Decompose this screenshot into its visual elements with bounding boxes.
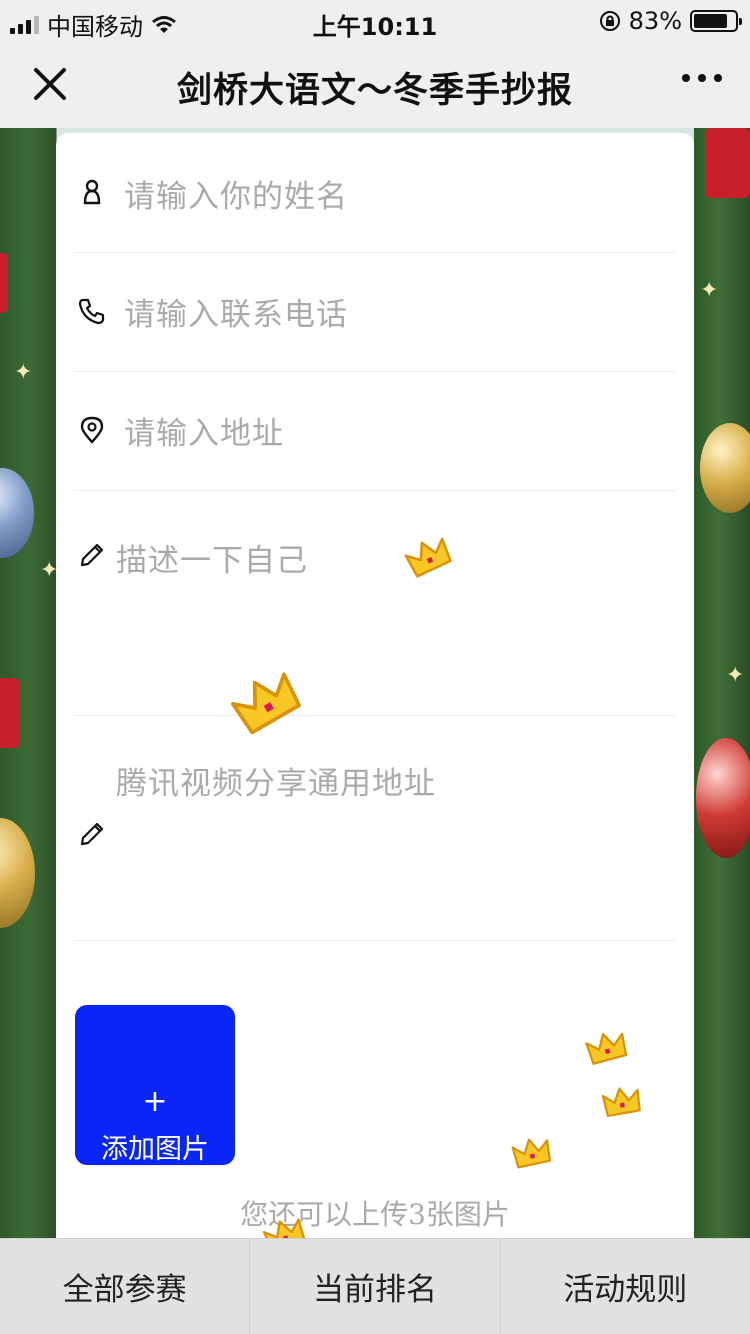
location-pin-icon: [80, 416, 104, 444]
crown-icon: [585, 1032, 628, 1065]
tab-activity-rules[interactable]: 活动规则: [501, 1239, 750, 1334]
video-url-textarea[interactable]: 腾讯视频分享通用地址: [116, 758, 436, 803]
phone-field[interactable]: 请输入联系电话: [74, 253, 676, 372]
ornament-decoration: [0, 468, 34, 558]
bottom-tab-bar: 全部参赛 当前排名 活动规则: [0, 1238, 750, 1334]
ornament-decoration: [0, 818, 35, 928]
star-decoration: ✦: [700, 278, 719, 303]
name-input[interactable]: 请输入你的姓名: [124, 171, 348, 216]
ribbon-decoration: [0, 253, 8, 313]
crown-icon: [601, 1087, 641, 1118]
pencil-icon: [80, 822, 104, 846]
name-field[interactable]: 请输入你的姓名: [74, 133, 676, 253]
ornament-decoration: [700, 423, 750, 513]
nav-bar: 剑桥大语文～冬季手抄报: [0, 40, 750, 128]
status-bar: 中国移动 上午10:11 83%: [0, 0, 750, 41]
upload-remaining-text: 您还可以上传3张图片: [240, 1198, 510, 1231]
orientation-lock-icon: [599, 11, 620, 31]
battery-icon: [690, 10, 742, 32]
ornament-decoration: [696, 738, 750, 858]
more-icon[interactable]: [682, 74, 722, 82]
star-decoration: ✦: [726, 663, 745, 688]
crown-icon: [511, 1138, 552, 1169]
add-image-button[interactable]: + 添加图片: [75, 1005, 235, 1165]
crown-icon: [230, 672, 301, 735]
description-textarea[interactable]: 描述一下自己: [116, 535, 308, 580]
plus-icon: +: [142, 1084, 168, 1119]
close-icon[interactable]: [28, 62, 72, 106]
tab-current-ranking[interactable]: 当前排名: [250, 1239, 501, 1334]
phone-icon: [78, 298, 105, 325]
video-url-field[interactable]: 腾讯视频分享通用地址: [74, 716, 676, 941]
crown-icon: [404, 537, 452, 578]
address-field[interactable]: 请输入地址: [74, 372, 676, 491]
tab-all-entries[interactable]: 全部参赛: [0, 1239, 251, 1334]
star-decoration: ✦: [14, 360, 33, 385]
pencil-icon: [80, 543, 104, 567]
person-icon: [83, 179, 101, 205]
phone-input[interactable]: 请输入联系电话: [124, 289, 348, 334]
page-title: 剑桥大语文～冬季手抄报: [176, 71, 573, 111]
description-field[interactable]: 描述一下自己: [74, 491, 676, 716]
address-input[interactable]: 请输入地址: [124, 408, 284, 453]
add-image-label: 添加图片: [101, 1134, 209, 1165]
ribbon-decoration: [0, 678, 20, 748]
battery-percent: 83%: [628, 7, 682, 35]
ribbon-decoration: [705, 128, 750, 198]
